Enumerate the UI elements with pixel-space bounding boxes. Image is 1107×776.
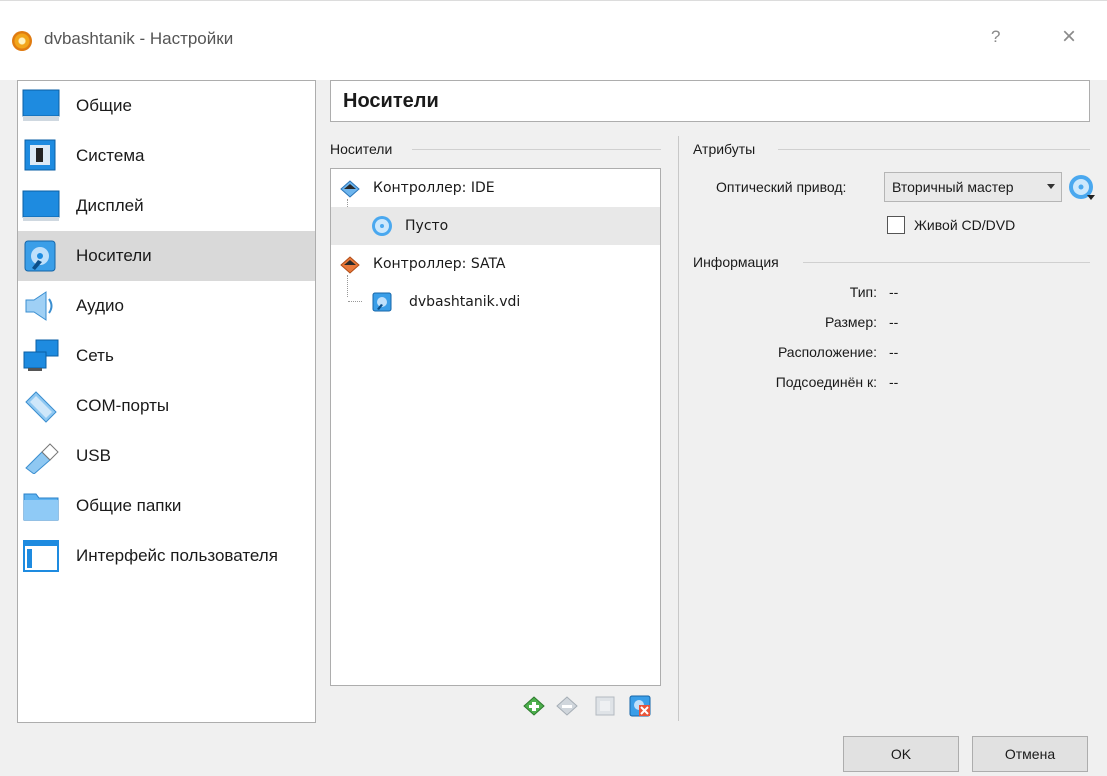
sidebar-item-label: COM-порты	[76, 396, 170, 415]
general-monitor-icon	[22, 89, 60, 121]
close-button[interactable]: ×	[1062, 23, 1076, 51]
live-cd-checkbox[interactable]	[887, 216, 905, 234]
live-cd-label: Живой CD/DVD	[914, 217, 1016, 233]
add-attachment-icon[interactable]	[593, 694, 617, 718]
display-monitor-icon	[22, 190, 60, 221]
info-location-label: Расположение:	[777, 344, 877, 360]
information-group-rule	[803, 262, 1090, 263]
info-type-value: --	[889, 284, 899, 300]
ok-button[interactable]: OK	[843, 736, 959, 772]
sidebar-item-system[interactable]: Система	[18, 131, 315, 181]
page-title: Носители	[343, 90, 439, 112]
tree-item-label: Пусто	[405, 218, 449, 234]
user-interface-window-icon	[23, 540, 59, 572]
sidebar-item-label: Общие папки	[76, 496, 182, 515]
attributes-group-rule	[778, 149, 1090, 150]
tree-item-ide-controller[interactable]: Контроллер: IDE	[331, 169, 660, 207]
sidebar-item-user-interface[interactable]: Интерфейс пользователя	[18, 531, 315, 581]
tree-item-vdi-disk[interactable]: dvbashtanik.vdi	[331, 283, 660, 321]
info-size-value: --	[889, 314, 899, 330]
info-attached-to-label: Подсоединён к:	[775, 374, 877, 390]
ide-controller-icon	[340, 180, 360, 198]
sidebar-item-usb[interactable]: USB	[18, 431, 315, 481]
sidebar-item-shared-folders[interactable]: Общие папки	[18, 481, 315, 531]
system-chip-icon	[24, 139, 56, 171]
optical-drive-label: Оптический привод:	[716, 179, 847, 195]
sidebar-item-network[interactable]: Сеть	[18, 331, 315, 381]
sidebar-item-display[interactable]: Дисплей	[18, 181, 315, 231]
storage-group-rule	[412, 149, 661, 150]
cancel-button[interactable]: Отмена	[972, 736, 1088, 772]
sidebar-item-label: Носители	[76, 246, 152, 265]
choose-disc-icon[interactable]	[1068, 174, 1096, 202]
sata-controller-icon	[340, 256, 360, 274]
info-location-value: --	[889, 344, 899, 360]
tree-item-label: dvbashtanik.vdi	[409, 294, 521, 310]
info-attached-to-value: --	[889, 374, 899, 390]
info-type-label: Тип:	[849, 284, 877, 300]
info-size-label: Размер:	[824, 314, 877, 330]
information-group-label: Информация	[693, 254, 779, 270]
page-header: Носители	[330, 80, 1090, 122]
sidebar-item-label: Аудио	[76, 296, 124, 315]
add-controller-icon[interactable]	[522, 694, 546, 718]
sidebar-item-general[interactable]: Общие	[18, 81, 315, 131]
usb-plug-icon	[25, 443, 59, 474]
sidebar-item-audio[interactable]: Аудио	[18, 281, 315, 331]
tree-item-label: Контроллер: SATA	[373, 256, 506, 272]
sidebar-item-storage[interactable]: Носители	[18, 231, 315, 281]
sidebar-item-com-ports[interactable]: COM-порты	[18, 381, 315, 431]
panel-separator	[678, 136, 679, 721]
sidebar-item-label: Сеть	[76, 346, 114, 365]
audio-speaker-icon	[25, 291, 53, 321]
network-monitors-icon	[23, 339, 59, 371]
sidebar-item-label: USB	[76, 446, 111, 465]
chevron-down-icon	[1047, 184, 1055, 189]
remove-attachment-icon[interactable]	[628, 694, 652, 718]
storage-disk-icon	[24, 240, 56, 272]
window-title: dvbashtanik - Настройки	[44, 29, 234, 48]
remove-controller-icon[interactable]	[555, 694, 579, 718]
title-bar: dvbashtanik - Настройки ? ×	[0, 0, 1107, 80]
hard-disk-icon	[372, 292, 392, 312]
sidebar-item-label: Система	[76, 146, 145, 165]
virtualbox-app-icon	[12, 31, 32, 51]
tree-item-label: Контроллер: IDE	[373, 180, 495, 196]
tree-item-sata-controller[interactable]: Контроллер: SATA	[331, 245, 660, 283]
optical-disc-icon	[372, 216, 392, 236]
help-button[interactable]: ?	[991, 27, 1000, 47]
settings-sidebar: Общие Система Дисплей Носители Аудио Сет…	[17, 80, 316, 723]
com-port-plug-icon	[25, 391, 57, 423]
storage-tree[interactable]: Контроллер: IDE Пусто Контроллер: SATA d…	[330, 168, 661, 686]
sidebar-item-label: Дисплей	[76, 196, 144, 215]
optical-drive-select[interactable]: Вторичный мастер	[884, 172, 1062, 202]
tree-item-empty-disc[interactable]: Пусто	[331, 207, 660, 245]
shared-folder-icon	[23, 493, 59, 521]
sidebar-item-label: Общие	[76, 96, 132, 115]
attributes-group-label: Атрибуты	[693, 141, 756, 157]
sidebar-item-label: Интерфейс пользователя	[76, 546, 278, 565]
optical-drive-value: Вторичный мастер	[892, 179, 1014, 195]
storage-group-label: Носители	[330, 141, 393, 157]
